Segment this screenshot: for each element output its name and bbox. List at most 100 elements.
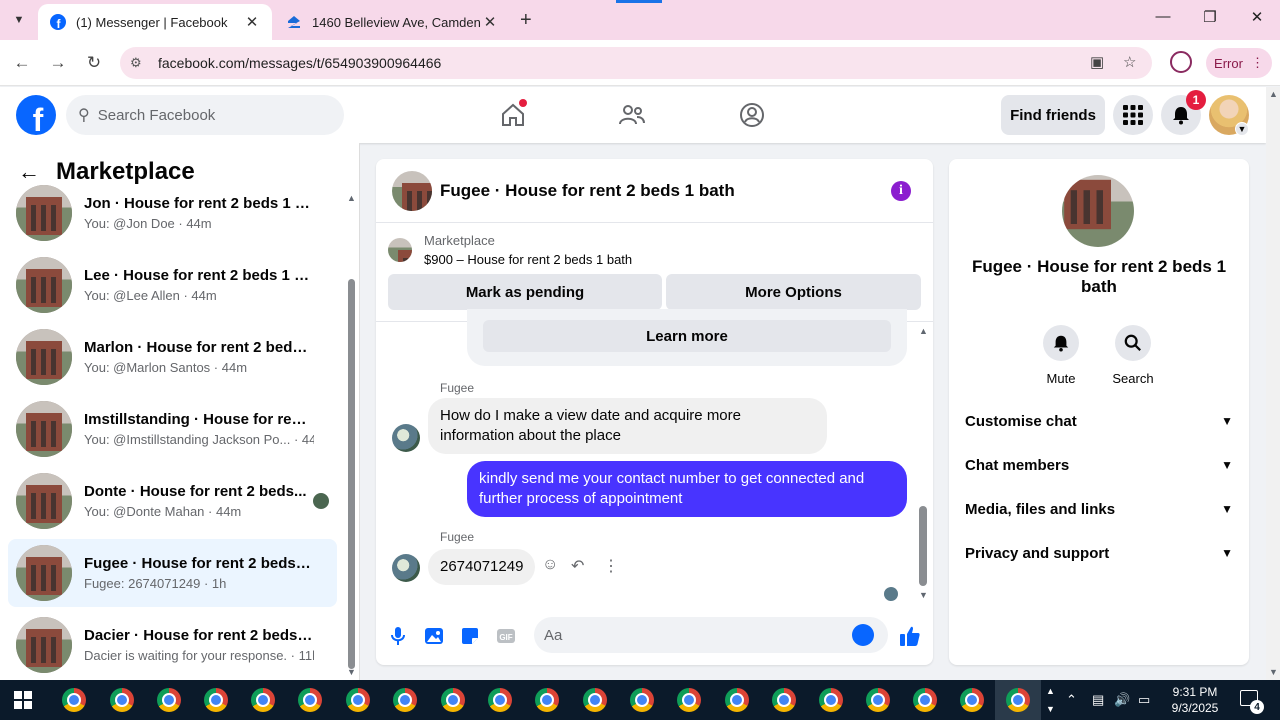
chrome-app-icon[interactable] [819,688,843,712]
customise-chat-section[interactable]: Customise chat ▼ [965,399,1233,443]
chrome-app-icon[interactable] [251,688,275,712]
chrome-app-icon[interactable] [298,688,322,712]
chrome-app-icon[interactable] [393,688,417,712]
conversation-item-lee[interactable]: Lee · House for rent 2 beds 1 bath You: … [8,251,337,319]
conversation-item-donte[interactable]: Donte · House for rent 2 beds... You: @D… [8,467,337,535]
incoming-message[interactable]: How do I make a view date and acquire mo… [428,398,827,454]
browser-profile-icon[interactable] [1170,51,1192,73]
display-icon[interactable]: ▭ [1138,692,1150,708]
scrollbar-thumb[interactable] [348,279,355,669]
search-in-chat-button[interactable]: Search [1103,325,1163,386]
contact-avatar[interactable] [392,554,420,582]
chrome-app-icon[interactable] [1006,688,1030,712]
restore-button[interactable]: ❐ [1187,8,1233,26]
microphone-icon[interactable] [387,625,409,647]
chrome-app-icon[interactable] [346,688,370,712]
conversation-item-dacier[interactable]: Dacier · House for rent 2 beds 1 ... Dac… [8,611,337,679]
chat-title[interactable]: Fugee · House for rent 2 beds 1 bath [440,181,735,201]
chrome-app-icon[interactable] [630,688,654,712]
reply-icon[interactable]: ↶ [571,556,584,576]
contact-avatar[interactable] [392,424,420,452]
message-input[interactable] [544,626,844,644]
network-icon[interactable]: ▤ [1092,692,1104,708]
more-options-button[interactable]: More Options [666,274,921,310]
react-icon[interactable]: ☺ [542,556,558,574]
new-tab-button[interactable]: + [520,9,532,32]
sidebar-scrollbar[interactable]: ▲ ▼ [346,193,356,678]
page-scrollbar[interactable]: ▲ ▼ [1266,87,1280,680]
thumbs-up-icon[interactable] [899,625,921,647]
chrome-app-icon[interactable] [110,688,134,712]
browser-tab-zillow[interactable]: 1460 Belleview Ave, Camden, N ✕ [274,4,510,40]
minimize-button[interactable]: — [1140,8,1186,25]
scroll-down-icon[interactable]: ▼ [1269,667,1278,677]
scroll-up-icon[interactable]: ▲ [919,326,928,336]
scroll-up-icon[interactable]: ▲ [347,193,356,203]
back-arrow-icon[interactable]: ← [11,52,33,74]
chrome-app-icon[interactable] [441,688,465,712]
profile-nav-button[interactable] [732,97,772,133]
chrome-app-icon[interactable] [725,688,749,712]
outgoing-message[interactable]: kindly send me your contact number to ge… [467,461,907,517]
chrome-app-icon[interactable] [866,688,890,712]
more-vert-icon[interactable]: ⋮ [603,556,619,576]
emoji-icon[interactable] [852,624,874,646]
windows-start-icon[interactable] [14,691,32,709]
menu-button[interactable] [1113,95,1153,135]
scroll-down-icon[interactable]: ▼ [347,667,356,677]
account-chevron-icon[interactable]: ▼ [1235,122,1249,136]
address-bar[interactable]: ⚙ facebook.com/messages/t/65490390096446… [120,47,1152,79]
message-input-box[interactable] [534,617,888,653]
home-nav-button[interactable] [493,97,533,133]
info-icon[interactable]: i [891,181,911,201]
incoming-message[interactable]: 2674071249 [428,549,536,585]
taskbar-overflow-arrows[interactable]: ▲ ▼ [1046,682,1055,718]
chat-avatar[interactable] [392,170,432,211]
media-files-links-section[interactable]: Media, files and links ▼ [965,487,1233,531]
close-window-button[interactable]: ✕ [1234,8,1280,26]
conversation-item-fugee[interactable]: Fugee · House for rent 2 beds 1 ... Fuge… [8,539,337,607]
facebook-search[interactable]: ⚲ [66,95,344,135]
conversation-item-imstillstanding[interactable]: Imstillstanding · House for rent ... You… [8,395,337,463]
friends-nav-button[interactable] [612,97,652,133]
conversation-item-jon[interactable]: Jon · House for rent 2 beds 1 bath You: … [8,179,337,247]
learn-more-button[interactable]: Learn more [483,320,891,352]
chrome-app-icon[interactable] [535,688,559,712]
chrome-app-icon[interactable] [583,688,607,712]
gif-icon[interactable]: GIF [495,625,517,647]
forward-arrow-icon[interactable]: → [47,52,69,74]
install-app-icon[interactable]: ▣ [1090,53,1104,71]
tab-search-button[interactable]: ▼ [8,10,30,30]
chat-scrollbar[interactable]: ▲ ▼ [918,326,928,601]
find-friends-button[interactable]: Find friends [1001,95,1105,135]
conversation-item-marlon[interactable]: Marlon · House for rent 2 beds 1... You:… [8,323,337,391]
scroll-down-icon[interactable]: ▼ [919,590,928,600]
facebook-search-input[interactable] [97,106,328,124]
chrome-app-icon[interactable] [772,688,796,712]
privacy-support-section[interactable]: Privacy and support ▼ [965,531,1233,575]
close-tab-icon[interactable]: ✕ [482,13,498,31]
chrome-app-icon[interactable] [677,688,701,712]
chrome-app-icon[interactable] [204,688,228,712]
browser-tab-messenger[interactable]: f (1) Messenger | Facebook ✕ [38,4,272,40]
scrollbar-thumb[interactable] [919,506,927,586]
chat-members-section[interactable]: Chat members ▼ [965,443,1233,487]
site-settings-icon[interactable]: ⚙ [130,55,150,71]
chrome-app-icon[interactable] [960,688,984,712]
chrome-app-icon[interactable] [157,688,181,712]
listing-summary[interactable]: Marketplace $900 – House for rent 2 beds… [388,233,632,267]
chrome-app-icon[interactable] [488,688,512,712]
scroll-up-icon[interactable]: ▲ [1269,89,1278,99]
chrome-app-icon[interactable] [62,688,86,712]
profile-error-button[interactable]: Error ⋮ [1206,48,1272,78]
system-clock[interactable]: 9:31 PM 9/3/2025 [1160,684,1230,716]
bookmark-star-icon[interactable]: ☆ [1123,53,1136,71]
mute-button[interactable]: Mute [1031,325,1091,386]
close-tab-icon[interactable]: ✕ [244,13,260,31]
volume-icon[interactable]: 🔊 [1114,692,1130,708]
chrome-app-icon[interactable] [913,688,937,712]
contact-profile-avatar[interactable] [1062,175,1134,247]
mark-as-pending-button[interactable]: Mark as pending [388,274,662,310]
reload-icon[interactable]: ↻ [83,52,105,74]
chevron-up-icon[interactable]: ⌃ [1066,692,1077,708]
